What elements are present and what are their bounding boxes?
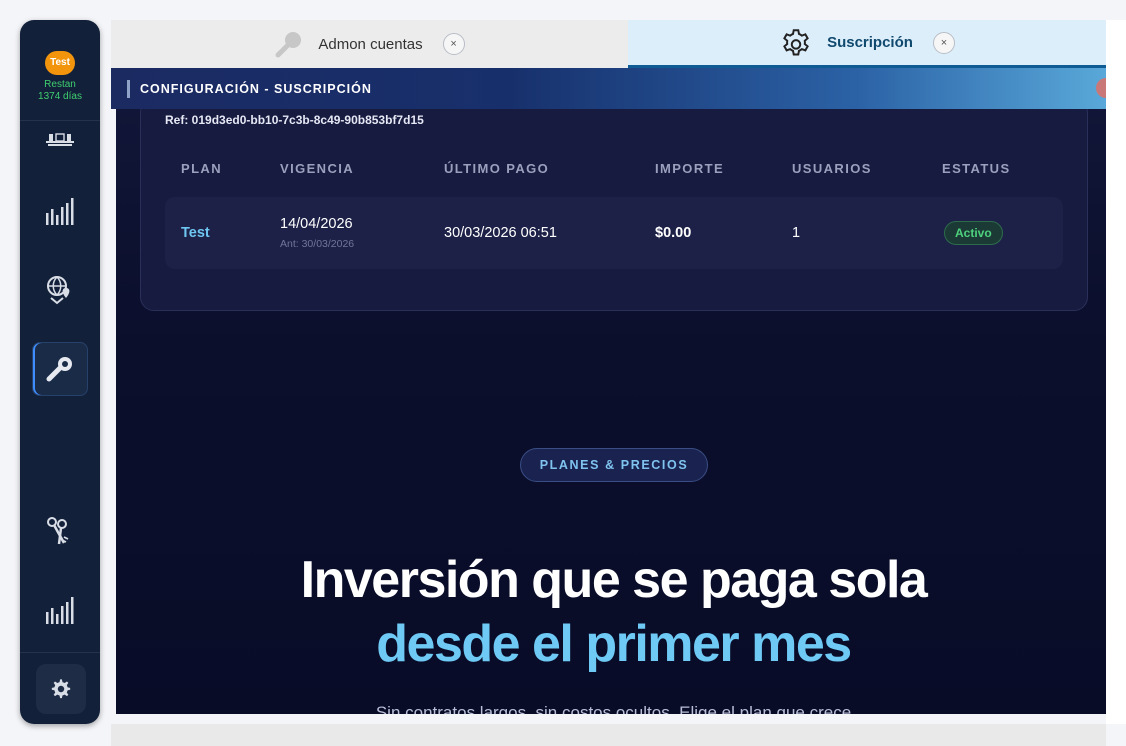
sidebar-item-reports[interactable] bbox=[32, 183, 88, 239]
tab-label: Admon cuentas bbox=[318, 35, 423, 53]
header-accent bbox=[127, 80, 130, 98]
sidebar-item-warehouse[interactable] bbox=[32, 122, 88, 156]
last-payment: 30/03/2026 06:51 bbox=[444, 225, 557, 241]
subscription-card: Ref: 019d3ed0-bb10-7c3b-8c49-90b853bf7d1… bbox=[140, 109, 1088, 311]
column-header: IMPORTE bbox=[655, 161, 725, 176]
column-header: ESTATUS bbox=[942, 161, 1011, 176]
horizontal-scrollbar[interactable] bbox=[111, 724, 1106, 746]
tab-bar: Admon cuentas × Suscripción × bbox=[111, 20, 1106, 68]
pricing-pill: PLANES & PRECIOS bbox=[520, 448, 708, 482]
subscription-ref: Ref: 019d3ed0-bb10-7c3b-8c49-90b853bf7d1… bbox=[165, 113, 424, 127]
tab-suscripcion[interactable]: Suscripción × bbox=[628, 20, 1106, 68]
days-remaining: Restan 1374 días bbox=[38, 79, 82, 102]
tab-admon-cuentas[interactable]: Admon cuentas × bbox=[111, 20, 628, 68]
sidebar-item-stats[interactable] bbox=[32, 582, 88, 638]
users-count: 1 bbox=[792, 225, 801, 241]
column-header: USUARIOS bbox=[792, 161, 872, 176]
keys-icon bbox=[47, 517, 69, 545]
column-header: PLAN bbox=[181, 161, 222, 176]
pricing-headline: Inversión que se paga sola bbox=[300, 551, 928, 609]
page-title: CONFIGURACIÓN - SUSCRIPCIÓN bbox=[140, 82, 372, 96]
tab-label: Suscripción bbox=[827, 34, 913, 51]
column-header: ÚLTIMO PAGO bbox=[444, 161, 550, 176]
vigencia-prev: Ant: 30/03/2026 bbox=[280, 238, 355, 250]
pricing-subtitle: Sin contratos largos, sin costos ocultos… bbox=[375, 703, 852, 714]
warehouse-icon bbox=[46, 133, 74, 146]
sidebar: Test Restan 1374 días bbox=[20, 20, 100, 724]
close-tab-button[interactable]: × bbox=[442, 33, 465, 55]
table-row[interactable]: Test 14/04/2026 Ant: 30/03/2026 30/03/20… bbox=[165, 197, 1063, 269]
plan-name[interactable]: Test bbox=[181, 225, 210, 241]
globe-pin-icon bbox=[47, 276, 70, 305]
pricing-headline-accent: desde el primer mes bbox=[376, 615, 852, 673]
gear-icon bbox=[51, 679, 71, 699]
sidebar-item-locations[interactable] bbox=[32, 262, 88, 318]
gear-icon bbox=[783, 28, 809, 55]
bar-chart-icon bbox=[46, 198, 74, 225]
section-header: CONFIGURACIÓN - SUSCRIPCIÓN bbox=[111, 68, 1116, 109]
wrench-icon bbox=[46, 357, 72, 382]
amount: $0.00 bbox=[655, 225, 692, 241]
sidebar-item-keys[interactable] bbox=[32, 503, 88, 559]
subscription-content: Ref: 019d3ed0-bb10-7c3b-8c49-90b853bf7d1… bbox=[116, 109, 1106, 714]
column-header: VIGENCIA bbox=[280, 161, 355, 176]
avatar[interactable]: Test bbox=[45, 51, 75, 75]
vigencia-date: 14/04/2026 bbox=[280, 216, 353, 232]
vertical-scrollbar[interactable] bbox=[1106, 20, 1126, 724]
bar-chart-icon bbox=[46, 597, 74, 624]
sidebar-item-config[interactable] bbox=[32, 342, 88, 396]
sidebar-divider bbox=[20, 652, 100, 653]
close-tab-button[interactable]: × bbox=[932, 31, 955, 54]
status-badge: Activo bbox=[944, 221, 1003, 245]
settings-button[interactable] bbox=[36, 664, 86, 714]
user-panel: Test Restan 1374 días bbox=[20, 20, 100, 121]
key-icon bbox=[275, 32, 302, 58]
